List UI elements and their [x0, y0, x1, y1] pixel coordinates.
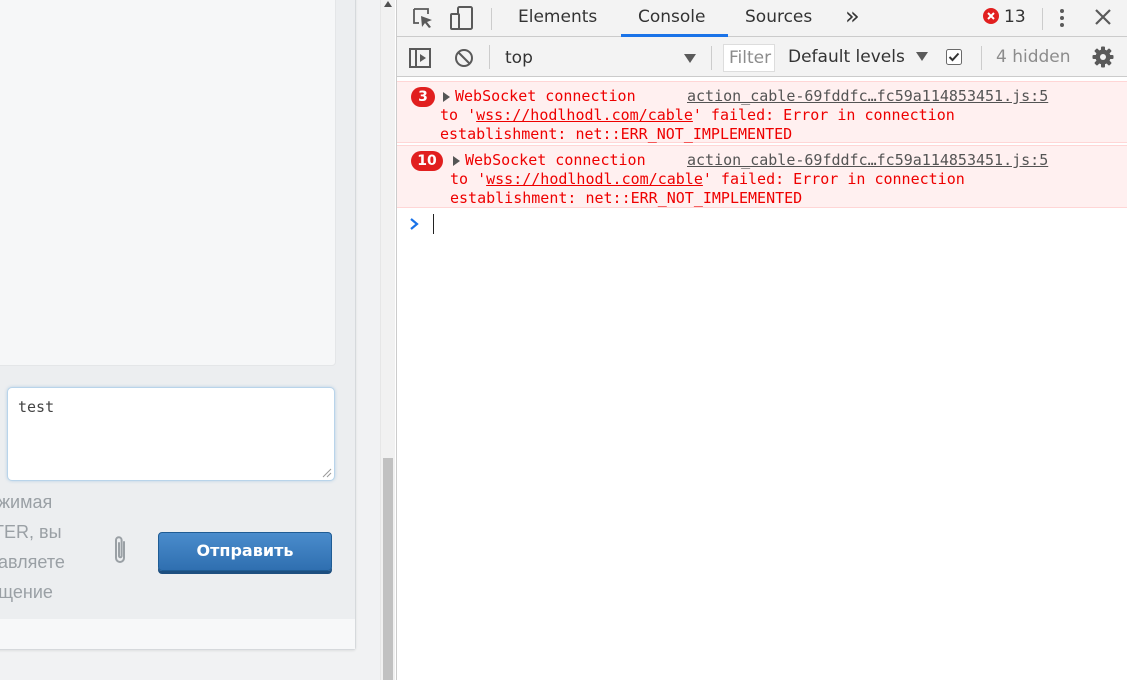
message-text: to ': [450, 170, 487, 188]
source-link[interactable]: action_cable-69fddfc…fc59a114853451.js:5: [687, 87, 1048, 105]
hint-line-3: равляете: [0, 552, 65, 572]
inspect-element-icon[interactable]: [411, 6, 435, 30]
tab-separator: [491, 8, 492, 30]
resize-grip-icon[interactable]: [322, 468, 332, 478]
console-error-message[interactable]: 3 WebSocket connection action_cable-69fd…: [397, 81, 1127, 143]
message-text: to ': [440, 106, 477, 124]
hint-line-4: бщение: [0, 582, 53, 602]
hint-line-1: ажимая: [0, 492, 53, 512]
message-line-2: to 'wss://hodlhodl.com/cable' failed: Er…: [440, 106, 955, 125]
clear-console-icon[interactable]: [454, 48, 474, 68]
source-link[interactable]: action_cable-69fddfc…fc59a114853451.js:5: [687, 151, 1048, 169]
toolbar-separator: [981, 46, 982, 70]
tab-console[interactable]: Console: [638, 0, 706, 37]
toolbar-separator: [489, 45, 490, 69]
chevron-down-icon: [916, 52, 929, 61]
message-input[interactable]: test: [7, 387, 335, 481]
log-levels-dropdown[interactable]: Default levels: [788, 45, 929, 71]
devtools-tab-bar: Elements Console Sources » 13: [397, 0, 1127, 37]
tab-sources[interactable]: Sources: [745, 0, 812, 37]
show-sidebar-icon[interactable]: [409, 48, 431, 68]
paperclip-icon[interactable]: [110, 533, 130, 567]
console-output[interactable]: 3 WebSocket connection action_cable-69fd…: [397, 78, 1127, 680]
message-line-3: establishment: net::ERR_NOT_IMPLEMENTED: [450, 189, 803, 207]
log-levels-label: Default levels: [788, 47, 905, 67]
tab-elements[interactable]: Elements: [518, 0, 597, 37]
message-text: ' failed: Error in connection: [692, 106, 955, 124]
message-line-2: to 'wss://hodlhodl.com/cable' failed: Er…: [450, 170, 965, 189]
console-error-message[interactable]: 10 WebSocket connection action_cable-69f…: [397, 145, 1127, 208]
context-selector[interactable]: top: [505, 47, 709, 71]
websocket-url-link[interactable]: wss://hodlhodl.com/cable: [486, 170, 703, 188]
scrollbar-thumb[interactable]: [383, 458, 393, 680]
filter-input[interactable]: Filter: [723, 44, 775, 72]
settings-gear-icon[interactable]: [1092, 46, 1114, 68]
scroll-up-arrow-icon[interactable]: [384, 1, 392, 7]
repeat-count-badge: 10: [411, 151, 443, 171]
close-icon[interactable]: [1094, 8, 1112, 26]
repeat-count-badge: 3: [411, 87, 435, 107]
error-count[interactable]: 13: [1004, 0, 1026, 37]
hidden-messages-count[interactable]: 4 hidden: [996, 45, 1071, 71]
message-line-1: WebSocket connection: [465, 151, 646, 169]
web-page: test ажимая ITER, вы равляете бщение Отп…: [0, 0, 380, 680]
more-tabs-button[interactable]: »: [845, 0, 860, 37]
console-input-caret[interactable]: [433, 214, 434, 234]
page-scrollbar[interactable]: [380, 0, 395, 680]
toolbar-separator: [711, 46, 712, 70]
send-button[interactable]: Отправить: [158, 532, 332, 571]
context-value: top: [505, 48, 533, 68]
websocket-url-link[interactable]: wss://hodlhodl.com/cable: [476, 106, 693, 124]
chat-messages-area[interactable]: [0, 0, 336, 366]
hint-line-2: ITER, вы: [0, 522, 62, 542]
message-line-1: WebSocket connection: [455, 87, 636, 105]
message-line-3: establishment: net::ERR_NOT_IMPLEMENTED: [440, 125, 793, 143]
chevron-down-icon: [684, 54, 696, 63]
group-similar-checkbox[interactable]: [946, 49, 962, 65]
message-text: ' failed: Error in connection: [702, 170, 965, 188]
tab-separator: [1042, 8, 1043, 30]
device-toolbar-icon[interactable]: [449, 5, 475, 31]
expand-arrow-icon[interactable]: [453, 156, 460, 166]
devtools-panel: Elements Console Sources » 13 top Filter…: [396, 0, 1127, 680]
chat-panel-footer: [0, 619, 355, 649]
error-circle-icon[interactable]: [983, 8, 999, 24]
expand-arrow-icon[interactable]: [443, 92, 450, 102]
console-prompt-icon: [410, 218, 419, 230]
more-options-icon[interactable]: [1055, 6, 1069, 30]
